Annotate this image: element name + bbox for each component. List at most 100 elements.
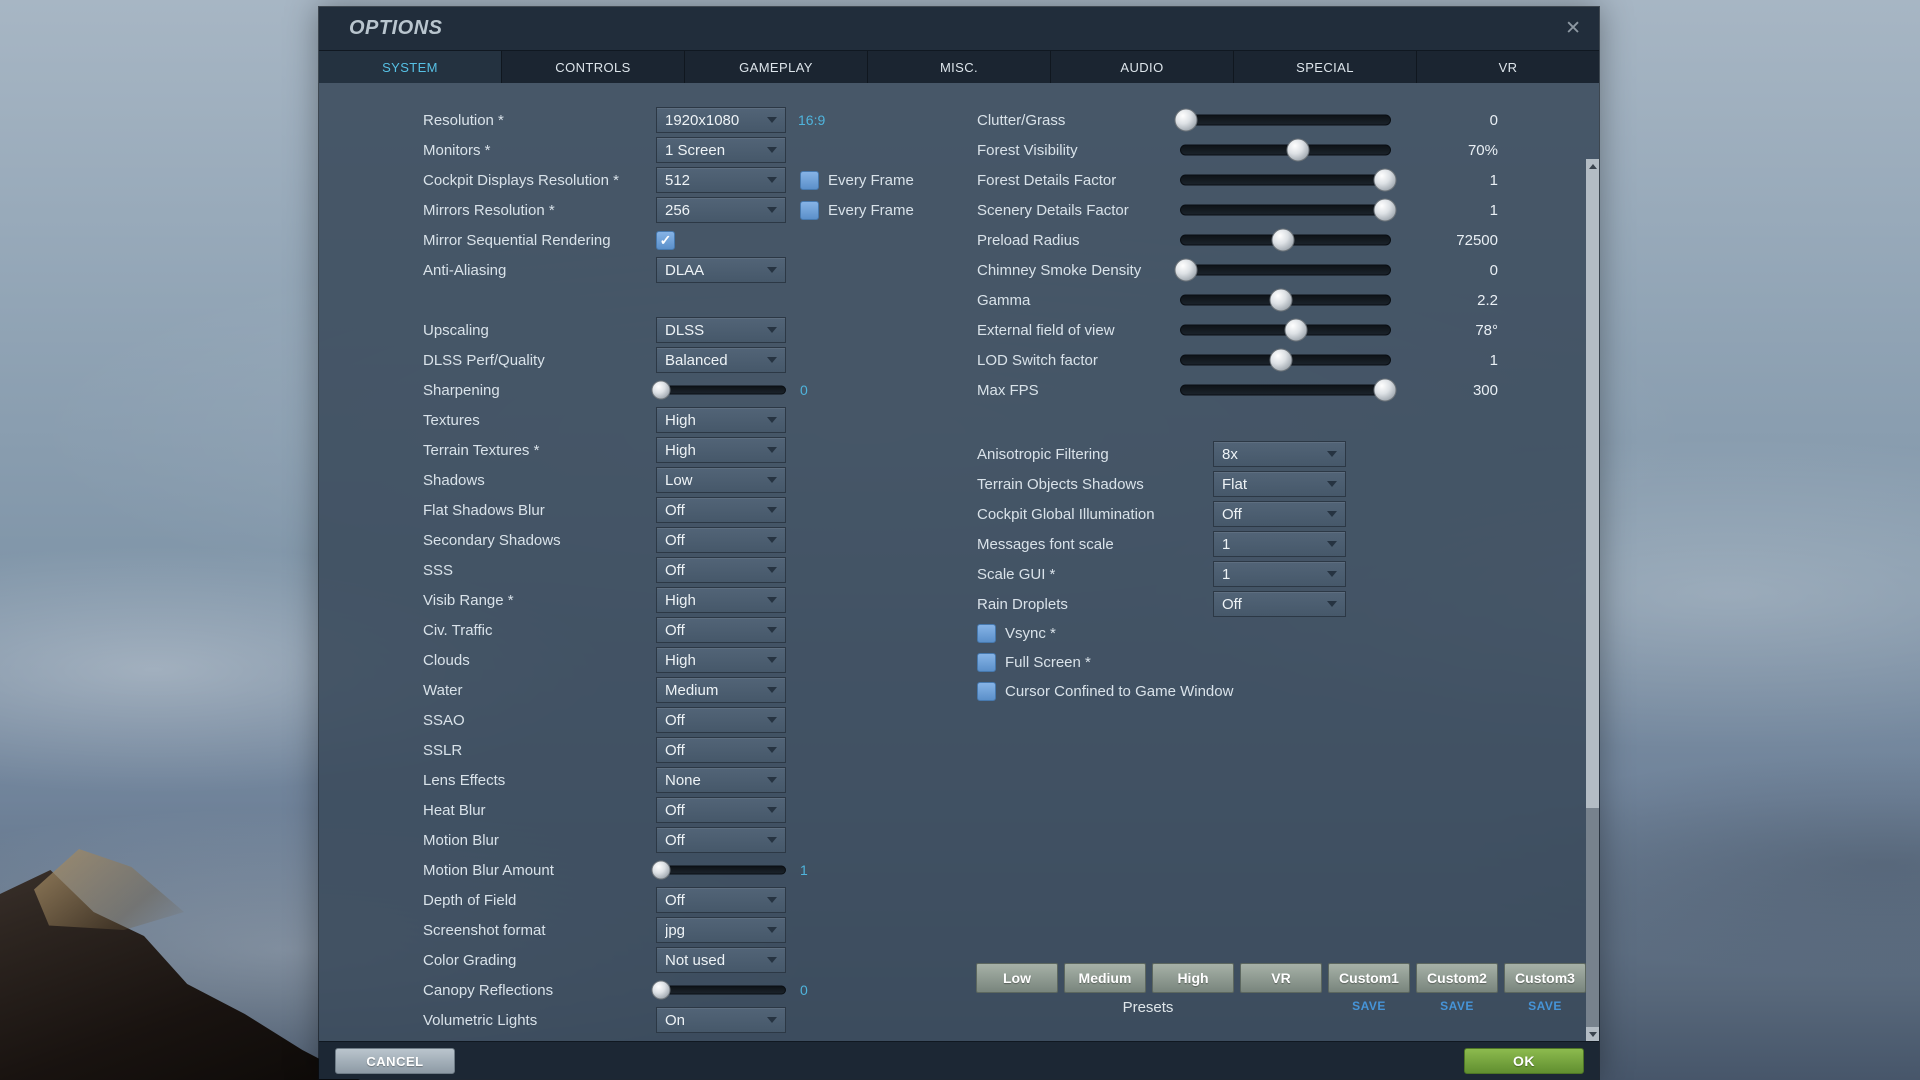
dropdown-screenshot-format[interactable]: jpg (656, 917, 786, 943)
dropdown-scale-gui[interactable]: 1 (1213, 561, 1346, 587)
slider-handle[interactable] (1269, 348, 1293, 372)
dropdown-value-mirrors-resolution: 256 (665, 201, 691, 219)
cancel-button[interactable]: CANCEL (335, 1048, 455, 1074)
dropdown-sss[interactable]: Off (656, 557, 786, 583)
dropdown-upscaling[interactable]: DLSS (656, 317, 786, 343)
slider-gamma[interactable] (1180, 288, 1391, 312)
slider-scenery-details-factor[interactable] (1180, 198, 1397, 222)
scrollbar[interactable] (1586, 159, 1599, 1041)
dropdown-value-visib-range: High (665, 591, 696, 609)
dropdown-messages-font-scale[interactable]: 1 (1213, 531, 1346, 557)
dropdown-rain-droplets[interactable]: Off (1213, 591, 1346, 617)
preset-button-high[interactable]: High (1152, 963, 1234, 993)
dropdown-ssao[interactable]: Off (656, 707, 786, 733)
tab-controls[interactable]: CONTROLS (502, 51, 684, 83)
save-button-custom1[interactable]: SAVE (1328, 999, 1410, 1013)
preset-button-medium[interactable]: Medium (1064, 963, 1146, 993)
close-icon[interactable]: ✕ (1565, 19, 1581, 38)
dropdown-monitors[interactable]: 1 Screen (656, 137, 786, 163)
checkbox-full-screen[interactable] (977, 653, 996, 672)
tab-special[interactable]: SPECIAL (1234, 51, 1416, 83)
slider-max-fps[interactable] (1180, 378, 1397, 402)
slider-handle[interactable] (1284, 318, 1308, 342)
slider-motion-blur-amount[interactable] (651, 860, 786, 880)
slider-handle[interactable] (1373, 198, 1397, 222)
slider-forest-visibility[interactable] (1180, 138, 1391, 162)
dropdown-dlss-perf-quality[interactable]: Balanced (656, 347, 786, 373)
dropdown-volumetric-lights[interactable]: On (656, 1007, 786, 1033)
slider-handle[interactable] (651, 860, 671, 880)
slider-sharpening[interactable] (651, 380, 786, 400)
dropdown-sslr[interactable]: Off (656, 737, 786, 763)
slider-track (656, 985, 786, 995)
dropdown-motion-blur[interactable]: Off (656, 827, 786, 853)
tab-gameplay[interactable]: GAMEPLAY (685, 51, 867, 83)
checkbox-mirror-sequential-rendering[interactable]: ✓ (656, 230, 675, 250)
preset-button-custom1[interactable]: Custom1 (1328, 963, 1410, 993)
checkbox-cockpit-displays-resolution-every-frame[interactable] (800, 170, 819, 190)
slider-external-field-of-view[interactable] (1180, 318, 1391, 342)
dropdown-resolution[interactable]: 1920x1080 (656, 107, 786, 133)
dropdown-value-anti-aliasing: DLAA (665, 261, 705, 279)
dropdown-mirrors-resolution[interactable]: 256 (656, 197, 786, 223)
dropdown-terrain-objects-shadows[interactable]: Flat (1213, 471, 1346, 497)
dropdown-anisotropic-filtering[interactable]: 8x (1213, 441, 1346, 467)
setting-row-preload-radius: Preload Radius 72500 (977, 225, 1498, 255)
dropdown-shadows[interactable]: Low (656, 467, 786, 493)
preset-button-low[interactable]: Low (976, 963, 1058, 993)
scrollbar-down-button[interactable] (1586, 1027, 1599, 1041)
slider-handle[interactable] (1286, 138, 1310, 162)
dropdown-heat-blur[interactable]: Off (656, 797, 786, 823)
slider-preload-radius[interactable] (1180, 228, 1391, 252)
scrollbar-thumb[interactable] (1586, 173, 1599, 809)
slider-handle[interactable] (1373, 378, 1397, 402)
dropdown-cockpit-displays-resolution[interactable]: 512 (656, 167, 786, 193)
tab-misc[interactable]: MISC. (868, 51, 1050, 83)
dropdown-color-grading[interactable]: Not used (656, 947, 786, 973)
dropdown-flat-shadows-blur[interactable]: Off (656, 497, 786, 523)
setting-label: Volumetric Lights (423, 1011, 538, 1029)
save-button-custom3[interactable]: SAVE (1504, 999, 1586, 1013)
chevron-down-icon (767, 477, 777, 483)
dropdown-terrain-textures[interactable]: High (656, 437, 786, 463)
slider-handle[interactable] (1174, 108, 1198, 132)
preset-button-custom3[interactable]: Custom3 (1504, 963, 1586, 993)
dropdown-water[interactable]: Medium (656, 677, 786, 703)
checkbox-label: Cursor Confined to Game Window (1005, 683, 1234, 700)
slider-handle[interactable] (651, 380, 671, 400)
scrollbar-up-button[interactable] (1586, 159, 1599, 173)
slider-handle[interactable] (651, 980, 671, 1000)
ok-button[interactable]: OK (1464, 1048, 1584, 1074)
slider-canopy-reflections[interactable] (651, 980, 786, 1000)
slider-lod-switch-factor[interactable] (1180, 348, 1391, 372)
dropdown-civ-traffic[interactable]: Off (656, 617, 786, 643)
slider-handle[interactable] (1373, 168, 1397, 192)
tab-audio[interactable]: AUDIO (1051, 51, 1233, 83)
dropdown-anti-aliasing[interactable]: DLAA (656, 257, 786, 283)
checkbox-vsync[interactable] (977, 624, 996, 643)
dropdown-clouds[interactable]: High (656, 647, 786, 673)
dropdown-depth-of-field[interactable]: Off (656, 887, 786, 913)
dropdown-textures[interactable]: High (656, 407, 786, 433)
setting-row-lens-effects: Lens Effects None (423, 765, 923, 795)
slider-clutter-grass[interactable] (1174, 108, 1391, 132)
chevron-down-icon (1327, 511, 1337, 517)
slider-handle[interactable] (1271, 228, 1295, 252)
slider-handle[interactable] (1269, 288, 1293, 312)
preset-button-vr[interactable]: VR (1240, 963, 1322, 993)
preset-button-custom2[interactable]: Custom2 (1416, 963, 1498, 993)
tab-system[interactable]: SYSTEM (319, 51, 501, 83)
slider-forest-details-factor[interactable] (1180, 168, 1397, 192)
save-button-custom2[interactable]: SAVE (1416, 999, 1498, 1013)
tab-vr[interactable]: VR (1417, 51, 1599, 83)
slider-handle[interactable] (1174, 258, 1198, 282)
slider-chimney-smoke-density[interactable] (1174, 258, 1391, 282)
setting-label: Clouds (423, 651, 470, 669)
dropdown-cockpit-global-illumination[interactable]: Off (1213, 501, 1346, 527)
checkbox-cursor-confined-to-game-window[interactable] (977, 682, 996, 701)
dropdown-lens-effects[interactable]: None (656, 767, 786, 793)
dropdown-secondary-shadows[interactable]: Off (656, 527, 786, 553)
dropdown-visib-range[interactable]: High (656, 587, 786, 613)
checkbox-mirrors-resolution-every-frame[interactable] (800, 200, 819, 220)
setting-label: SSAO (423, 711, 465, 729)
